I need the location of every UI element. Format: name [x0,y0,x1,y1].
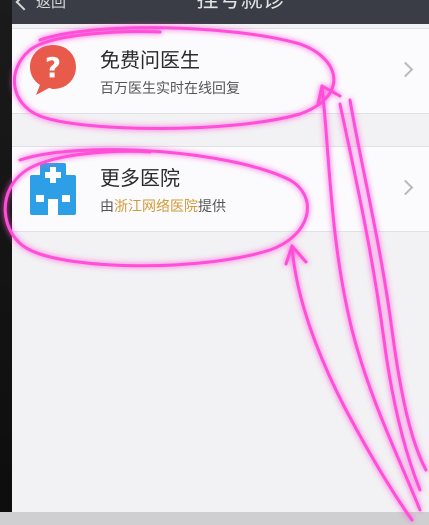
navigation-bar: 返回 挂号就诊 [12,0,429,24]
hospital-icon [22,161,84,223]
bottom-edge [0,512,429,525]
photo-left-edge [0,0,12,525]
question-bubble-icon: ? [22,39,84,105]
item-subtitle: 百万医生实时在线回复 [100,81,240,97]
list-item-more-hospitals[interactable]: 更多医院 由浙江网络医院提供 [12,146,429,232]
list-item-free-consult[interactable]: ? 免费问医生 百万医生实时在线回复 [12,28,429,114]
item-title: 免费问医生 [100,48,200,72]
item-title: 更多医院 [100,166,180,190]
provider-suffix: 提供 [198,199,226,215]
app-screen: 返回 挂号就诊 ? 免费问医生 百万医生实时在线回复 更多医院 由浙江网络医院提… [12,0,429,525]
provider-name: 浙江网络医院 [114,199,198,215]
page-title: 挂号就诊 [196,0,285,13]
chevron-right-icon [397,179,414,196]
provider-prefix: 由 [100,199,114,215]
chevron-right-icon [397,61,414,78]
svg-text:?: ? [45,51,61,84]
item-subtitle: 由浙江网络医院提供 [100,198,226,216]
